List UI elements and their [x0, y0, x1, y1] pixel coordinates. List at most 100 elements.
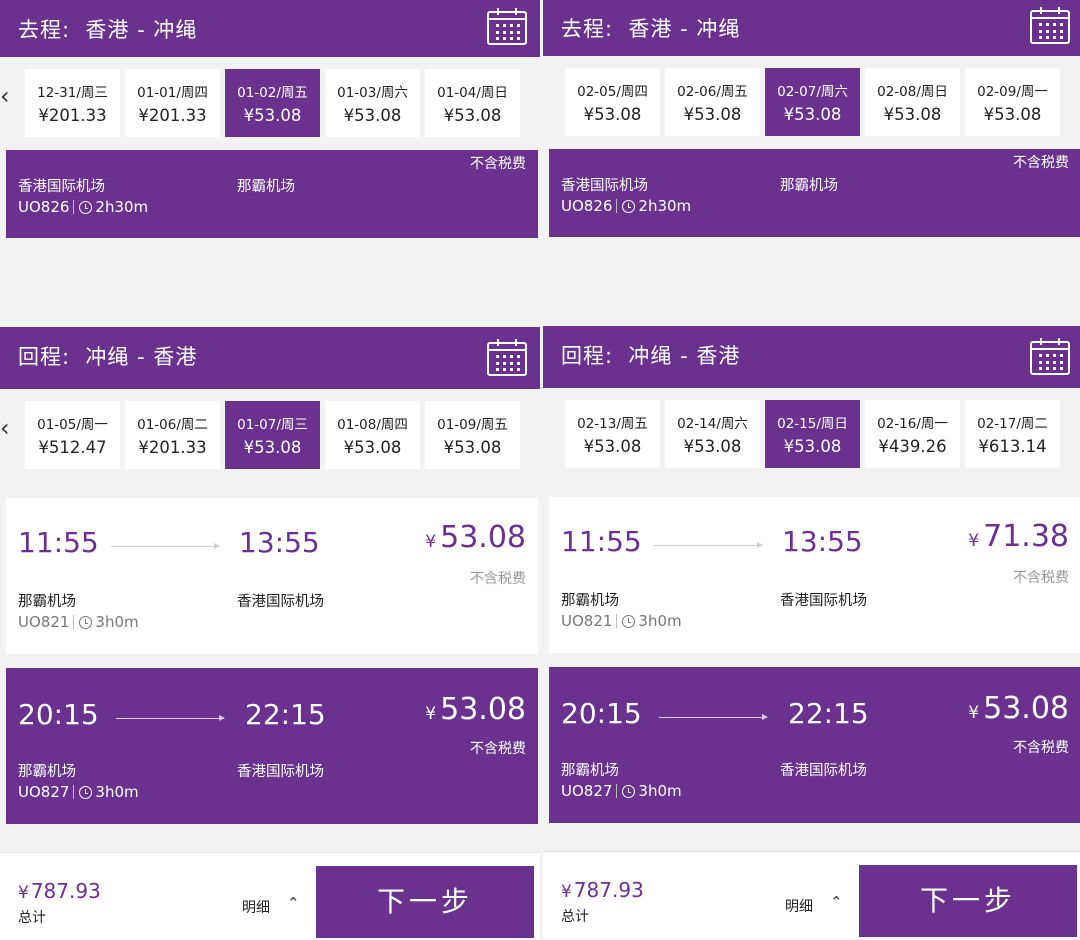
departure-time: 11:55 — [18, 526, 99, 559]
date-option[interactable]: 02-13/周五 ¥53.08 — [565, 400, 660, 468]
flight-number: UO827 — [18, 783, 70, 801]
date-option[interactable]: 02-16/周一 ¥439.26 — [865, 400, 960, 468]
detail-toggle[interactable]: 明细 — [785, 896, 813, 916]
date-option[interactable]: 01-08/周四 ¥53.08 — [325, 401, 420, 469]
date-price: ¥53.08 — [243, 106, 302, 125]
return-title: 回程: 冲绳 - 香港 — [561, 344, 741, 368]
flight-price: ¥53.08 — [425, 520, 526, 555]
flight-number: UO821 — [18, 613, 70, 631]
flight-number: UO821 — [561, 612, 613, 630]
route-arrow — [111, 543, 220, 549]
route-arrow — [659, 714, 768, 720]
tax-note: 不含税费 — [470, 571, 526, 587]
chevron-up-icon[interactable]: ⌃ — [830, 893, 843, 911]
next-step-button[interactable]: 下一步 — [316, 866, 534, 938]
flight-info: UO826 2h30m — [18, 198, 148, 216]
date-label: 02-06/周五 — [677, 84, 748, 100]
total-label: 总计 — [561, 909, 589, 925]
return-flight-card[interactable]: 11:55 13:55 ¥71.38 不含税费 那霸机场 香港国际机场 UO82… — [549, 497, 1080, 653]
date-option[interactable]: 02-08/周日 ¥53.08 — [865, 68, 960, 136]
arrival-time: 22:15 — [245, 698, 326, 731]
chevron-left-icon[interactable]: ‹ — [0, 414, 10, 442]
calendar-icon[interactable] — [1029, 7, 1071, 45]
clock-icon — [622, 200, 636, 213]
date-price: ¥201.33 — [38, 106, 107, 125]
total-amount: 787.93 — [573, 878, 644, 902]
booking-panel-february: 去程: 香港 - 冲绳 ‹ 02-05/周四¥53.08 02-06/周五¥53… — [540, 0, 1080, 940]
flight-duration: 3h0m — [95, 783, 139, 801]
booking-panel-january: 去程: 香港 - 冲绳 ‹ 12-31/周三 ¥201.33 01-01/周四 ¥2… — [0, 0, 540, 940]
date-option[interactable]: 01-06/周二 ¥201.33 — [125, 401, 220, 469]
tax-note: 不含税费 — [1013, 155, 1069, 171]
booking-footer: ¥787.93 总计 明细 ⌃ 下一步 — [0, 852, 540, 940]
flight-info: UO821 3h0m — [18, 613, 139, 631]
departure-airport: 香港国际机场 — [18, 179, 105, 195]
date-option[interactable]: 02-05/周四 ¥53.08 — [565, 68, 660, 136]
date-option-selected[interactable]: 02-15/周日 ¥53.08 — [765, 400, 860, 468]
date-option[interactable]: 01-04/周日 ¥53.08 — [425, 69, 520, 137]
flight-price: ¥53.08 — [968, 691, 1069, 726]
calendar-icon[interactable] — [486, 8, 528, 46]
price-amount: 53.08 — [983, 691, 1069, 726]
arrival-airport: 香港国际机场 — [780, 593, 867, 609]
date-label: 02-09/周一 — [977, 84, 1048, 100]
date-option-selected[interactable]: 01-07/周三 ¥53.08 — [225, 401, 320, 469]
date-label: 01-07/周三 — [237, 417, 308, 433]
arrival-airport: 香港国际机场 — [780, 763, 867, 779]
outbound-flight-card[interactable]: 不含税费 香港国际机场 那霸机场 UO826 2h30m — [549, 149, 1080, 237]
date-option-selected[interactable]: 01-02/周五 ¥53.08 — [225, 69, 320, 137]
outbound-flight-card[interactable]: 不含税费 香港国际机场 那霸机场 UO826 2h30m — [6, 150, 538, 238]
date-price: ¥201.33 — [138, 438, 207, 457]
chevron-left-icon[interactable]: ‹ — [0, 82, 10, 110]
next-step-button[interactable]: 下一步 — [859, 865, 1077, 937]
return-flight-card[interactable]: 11:55 13:55 ¥53.08 不含税费 那霸机场 香港国际机场 UO82… — [6, 498, 538, 654]
date-option[interactable]: 02-09/周一 ¥53.08 — [965, 68, 1060, 136]
date-option[interactable]: 02-17/周二 ¥613.14 — [965, 400, 1060, 468]
date-option[interactable]: 01-05/周一 ¥512.47 — [25, 401, 120, 469]
date-price: ¥53.08 — [683, 105, 742, 124]
flight-info: UO826 2h30m — [561, 197, 691, 215]
date-option[interactable]: 02-14/周六 ¥53.08 — [665, 400, 760, 468]
currency-symbol: ¥ — [968, 703, 980, 723]
price-amount: 71.38 — [983, 519, 1069, 554]
return-flight-card-selected[interactable]: 20:15 22:15 ¥53.08 不含税费 那霸机场 香港国际机场 UO82… — [6, 668, 538, 824]
date-label: 02-08/周日 — [877, 84, 948, 100]
date-price: ¥53.08 — [783, 437, 842, 456]
date-option[interactable]: 12-31/周三 ¥201.33 — [25, 69, 120, 137]
detail-toggle[interactable]: 明细 — [242, 897, 270, 917]
date-option-selected[interactable]: 02-07/周六 ¥53.08 — [765, 68, 860, 136]
tax-note: 不含税费 — [470, 156, 526, 172]
date-option[interactable]: 02-06/周五 ¥53.08 — [665, 68, 760, 136]
return-date-strip: ‹ 02-13/周五¥53.08 02-14/周六¥53.08 02-15/周日… — [543, 388, 1080, 468]
departure-airport: 那霸机场 — [561, 593, 619, 609]
return-flight-card-selected[interactable]: 20:15 22:15 ¥53.08 不含税费 那霸机场 香港国际机场 UO82… — [549, 667, 1080, 823]
date-price: ¥201.33 — [138, 106, 207, 125]
date-option[interactable]: 01-01/周四 ¥201.33 — [125, 69, 220, 137]
date-price: ¥53.08 — [343, 438, 402, 457]
chevron-up-icon[interactable]: ⌃ — [287, 894, 300, 912]
clock-icon — [622, 615, 636, 628]
date-price: ¥439.26 — [878, 437, 947, 456]
date-option[interactable]: 01-03/周六 ¥53.08 — [325, 69, 420, 137]
departure-airport: 那霸机场 — [18, 764, 76, 780]
return-header: 回程: 冲绳 - 香港 — [0, 327, 540, 389]
calendar-icon[interactable] — [1029, 338, 1071, 376]
outbound-date-strip: ‹ 02-05/周四¥53.08 02-06/周五¥53.08 02-07/周六… — [543, 56, 1080, 136]
flight-info: UO827 3h0m — [18, 783, 139, 801]
calendar-icon[interactable] — [486, 339, 528, 377]
departure-airport: 香港国际机场 — [561, 178, 648, 194]
date-option[interactable]: 01-09/周五 ¥53.08 — [425, 401, 520, 469]
date-label: 02-17/周二 — [977, 416, 1048, 432]
currency-symbol: ¥ — [425, 704, 437, 724]
date-price: ¥53.08 — [783, 105, 842, 124]
currency-symbol: ¥ — [425, 532, 437, 552]
flight-number: UO827 — [561, 782, 613, 800]
clock-icon — [79, 201, 93, 214]
flight-number: UO826 — [561, 197, 613, 215]
date-price: ¥53.08 — [443, 438, 502, 457]
date-label: 01-04/周日 — [437, 85, 508, 101]
date-price: ¥613.14 — [978, 437, 1047, 456]
arrival-time: 13:55 — [782, 525, 863, 558]
date-label: 01-09/周五 — [437, 417, 508, 433]
flight-duration: 3h0m — [95, 613, 139, 631]
